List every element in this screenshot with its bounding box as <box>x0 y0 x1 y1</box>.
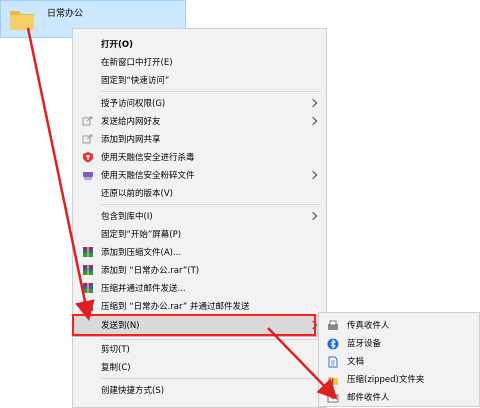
menu-item-include-library[interactable]: 包含到库中(I) <box>73 207 326 227</box>
mail-icon <box>327 394 339 403</box>
winrar-icon <box>83 265 93 275</box>
menu-item-label: 包含到库中(I) <box>101 212 153 222</box>
folder-name: 日常办公 <box>47 9 84 19</box>
chevron-right-icon <box>308 98 318 108</box>
menu-item-open[interactable]: 打开(O) <box>73 35 326 55</box>
winrar-icon <box>83 301 93 311</box>
share-icon <box>82 116 93 126</box>
submenu-item-label: 蓝牙设备 <box>347 339 382 349</box>
menu-item-label: 添加到 “日常办公.rar”(T) <box>101 266 200 276</box>
menu-item-label: 复制(C) <box>101 363 131 373</box>
menu-separator <box>101 91 321 92</box>
menu-item-add-intranet-share[interactable]: 添加到内网共享 <box>73 130 326 150</box>
menu-separator <box>101 378 321 379</box>
send-to-bluetooth[interactable]: 蓝牙设备 <box>319 335 479 353</box>
menu-item-label: 压缩并通过邮件发送... <box>101 284 186 294</box>
menu-item-label: 添加到压缩文件(A)... <box>101 248 182 258</box>
menu-item-label: 还原以前的版本(V) <box>101 189 173 199</box>
chevron-right-icon <box>308 170 318 180</box>
menu-item-grant-access[interactable]: 授予访问权限(G) <box>73 94 326 114</box>
send-to-submenu: 传真收件人 蓝牙设备 文档 压缩(zipped)文件夹 邮件收件人 <box>318 312 480 407</box>
menu-item-label: 固定到“快速访问” <box>101 76 170 86</box>
winrar-icon <box>83 283 93 293</box>
submenu-item-label: 传真收件人 <box>347 321 390 331</box>
submenu-item-label: 压缩(zipped)文件夹 <box>347 375 425 385</box>
bluetooth-icon <box>327 338 339 350</box>
winrar-icon <box>83 247 93 257</box>
menu-item-cut[interactable]: 剪切(T) <box>73 340 326 360</box>
menu-item-label: 授予访问权限(G) <box>101 99 166 109</box>
menu-item-add-rar[interactable]: 添加到 “日常办公.rar”(T) <box>73 261 326 281</box>
menu-item-send-intranet-friend[interactable]: 发送给内网好友 <box>73 112 326 132</box>
menu-item-pin-quick-access[interactable]: 固定到“快速访问” <box>73 71 326 91</box>
menu-item-label: 发送给内网好友 <box>101 117 161 127</box>
submenu-item-label: 邮件收件人 <box>347 393 390 403</box>
menu-item-copy[interactable]: 复制(C) <box>73 358 326 378</box>
menu-item-label: 固定到“开始”屏幕(P) <box>101 230 182 240</box>
chevron-right-icon <box>308 211 318 221</box>
menu-item-shred-file[interactable]: 使用天融信安全粉碎文件 <box>73 166 326 186</box>
send-to-mail[interactable]: 邮件收件人 <box>319 389 479 407</box>
menu-item-label: 在新窗口中打开(E) <box>101 58 173 68</box>
context-menu: 打开(O) 在新窗口中打开(E) 固定到“快速访问” 授予访问权限(G) 发送给… <box>72 28 327 408</box>
document-icon <box>328 356 338 368</box>
submenu-item-label: 文档 <box>347 357 365 367</box>
chevron-right-icon <box>308 116 318 126</box>
menu-item-add-archive[interactable]: 添加到压缩文件(A)... <box>73 243 326 263</box>
menu-item-create-shortcut[interactable]: 创建快捷方式(S) <box>73 381 326 401</box>
shield-icon <box>83 152 93 163</box>
annotation-highlight-box <box>72 314 316 336</box>
share-icon <box>82 134 93 144</box>
menu-item-scan-virus[interactable]: 使用天融信安全进行杀毒 <box>73 148 326 168</box>
menu-separator <box>101 204 321 205</box>
menu-item-open-new-window[interactable]: 在新窗口中打开(E) <box>73 53 326 73</box>
menu-item-compress-email[interactable]: 压缩并通过邮件发送... <box>73 279 326 299</box>
menu-item-label: 压缩到 “日常办公.rar” 并通过邮件发送 <box>101 302 250 312</box>
send-to-documents[interactable]: 文档 <box>319 353 479 371</box>
shredder-icon <box>83 172 93 180</box>
send-to-fax[interactable]: 传真收件人 <box>319 317 479 335</box>
menu-item-label: 使用天融信安全进行杀毒 <box>101 153 195 163</box>
menu-item-restore-previous[interactable]: 还原以前的版本(V) <box>73 184 326 204</box>
menu-item-label: 打开(O) <box>101 40 133 50</box>
menu-item-label: 使用天融信安全粉碎文件 <box>101 171 195 181</box>
folder-icon <box>10 11 34 30</box>
zip-folder-icon <box>328 377 338 385</box>
fax-icon <box>328 320 338 330</box>
menu-item-pin-start[interactable]: 固定到“开始”屏幕(P) <box>73 225 326 245</box>
send-to-zip[interactable]: 压缩(zipped)文件夹 <box>319 371 479 389</box>
menu-item-label: 添加到内网共享 <box>101 135 161 145</box>
menu-item-label: 创建快捷方式(S) <box>101 386 165 396</box>
menu-item-label: 剪切(T) <box>101 345 130 355</box>
